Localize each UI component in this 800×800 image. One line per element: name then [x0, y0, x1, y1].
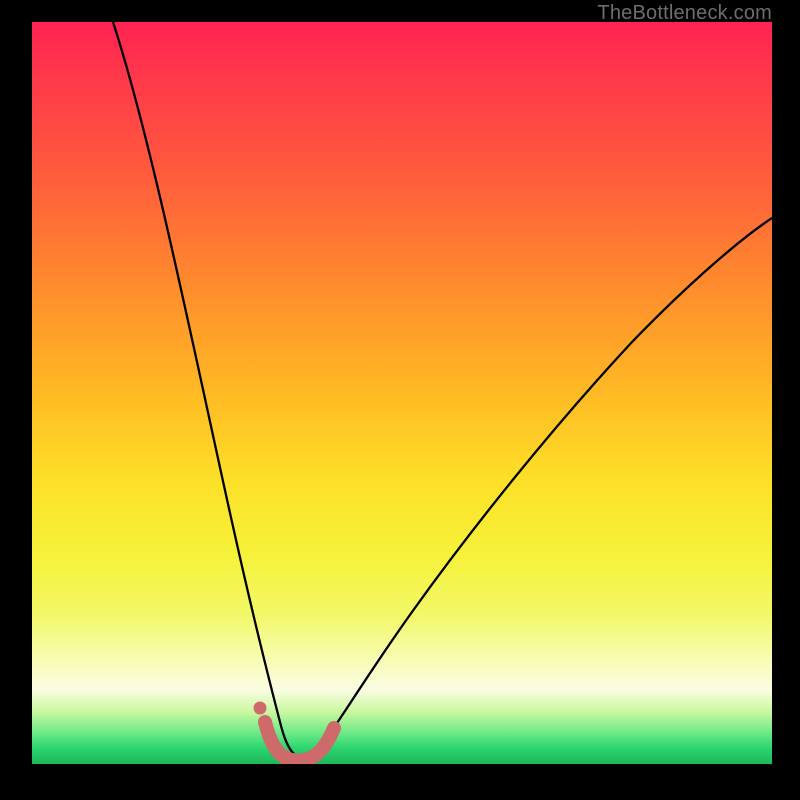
bottleneck-curve: [113, 22, 772, 758]
chart-svg: [32, 22, 772, 764]
marker-group: [254, 702, 334, 761]
watermark-text: TheBottleneck.com: [597, 2, 772, 25]
chart-frame: TheBottleneck.com: [0, 0, 800, 800]
